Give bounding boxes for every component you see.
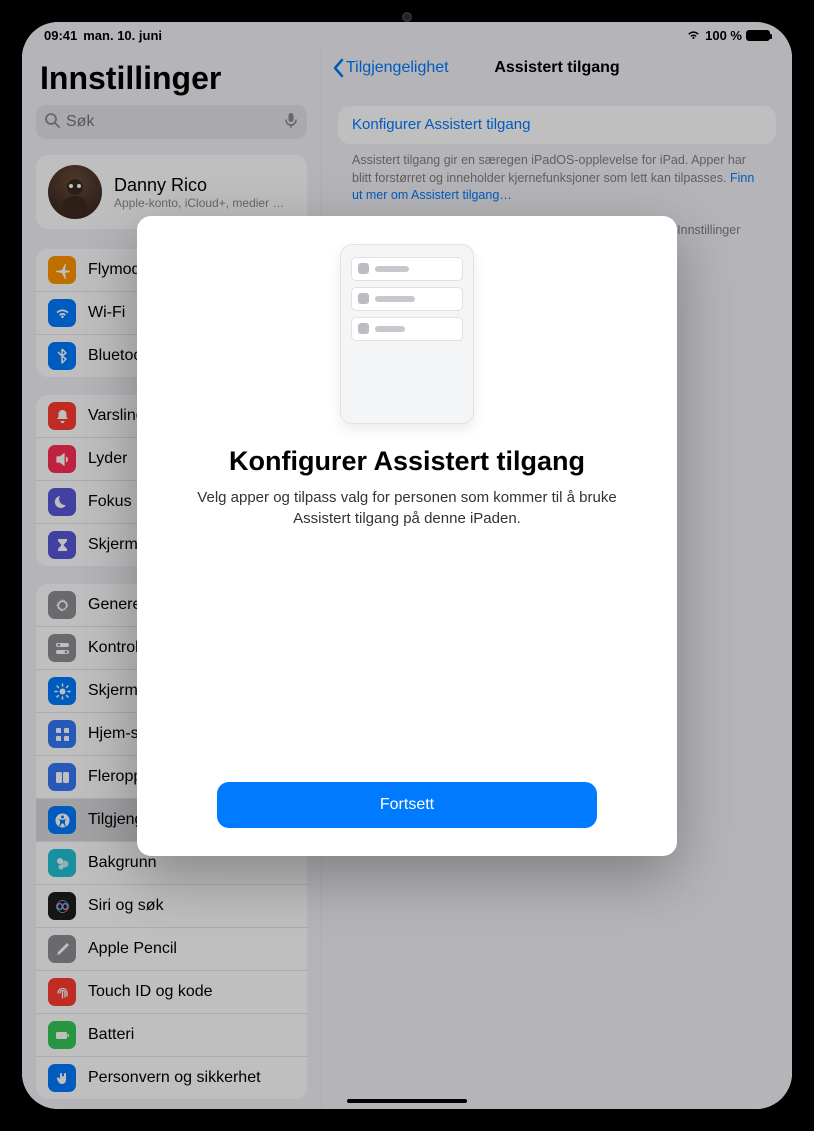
- back-label: Tilgjengelighet: [346, 59, 449, 77]
- setup-modal: Konfigurer Assistert tilgang Velg apper …: [137, 216, 677, 856]
- nav-bar: Tilgjengelighet Assistert tilgang: [322, 46, 792, 90]
- moon-icon: [48, 488, 76, 516]
- sidebar-item-batteri[interactable]: Batteri: [36, 1014, 307, 1057]
- chevron-left-icon: [332, 58, 344, 78]
- sidebar-item-touch-id-og-kode[interactable]: Touch ID og kode: [36, 971, 307, 1014]
- sidebar-item-personvern-og-sikkerhet[interactable]: Personvern og sikkerhet: [36, 1057, 307, 1099]
- home-indicator[interactable]: [347, 1099, 467, 1103]
- sidebar-item-label: Wi-Fi: [88, 304, 125, 322]
- battery-icon: [48, 1021, 76, 1049]
- grid-icon: [48, 720, 76, 748]
- avatar: [48, 165, 102, 219]
- modal-subtitle: Velg apper og tilpass valg for personen …: [197, 487, 617, 529]
- detail-title: Assistert tilgang: [494, 59, 619, 77]
- speaker-icon: [48, 445, 76, 473]
- search-input[interactable]: [66, 113, 277, 131]
- airplane-icon: [48, 256, 76, 284]
- sidebar-item-apple-pencil[interactable]: Apple Pencil: [36, 928, 307, 971]
- search-icon: [44, 112, 60, 133]
- sidebar-item-label: Batteri: [88, 1026, 134, 1044]
- sidebar-item-label: Fokus: [88, 493, 132, 511]
- status-time: 09:41: [44, 28, 77, 43]
- sidebar-item-label: Apple Pencil: [88, 940, 177, 958]
- configure-card[interactable]: Konfigurer Assistert tilgang: [338, 106, 776, 144]
- illustration: [340, 244, 474, 424]
- sidebar-item-label: Personvern og sikkerhet: [88, 1069, 261, 1087]
- profile-sub: Apple-konto, iCloud+, medier …: [114, 196, 284, 210]
- wallpaper-icon: [48, 849, 76, 877]
- device-camera: [402, 12, 412, 22]
- bell-icon: [48, 402, 76, 430]
- status-bar: 09:41 man. 10. juni 100 %: [22, 22, 792, 46]
- battery-icon: [746, 30, 770, 41]
- pencil-icon: [48, 935, 76, 963]
- gear-icon: [48, 591, 76, 619]
- back-button[interactable]: Tilgjengelighet: [332, 58, 449, 78]
- sidebar-item-label: Bakgrunn: [88, 854, 157, 872]
- configure-link[interactable]: Konfigurer Assistert tilgang: [352, 116, 530, 133]
- brightness-icon: [48, 677, 76, 705]
- profile-name: Danny Rico: [114, 175, 284, 196]
- modal-title: Konfigurer Assistert tilgang: [229, 446, 585, 477]
- search-field[interactable]: [36, 105, 307, 139]
- siri-icon: [48, 892, 76, 920]
- sidebar-item-siri-og-s-k[interactable]: Siri og søk: [36, 885, 307, 928]
- battery-pct: 100 %: [705, 28, 742, 43]
- status-date: man. 10. juni: [83, 28, 162, 43]
- touchid-icon: [48, 978, 76, 1006]
- toggles-icon: [48, 634, 76, 662]
- hourglass-icon: [48, 531, 76, 559]
- sidebar-item-label: Lyder: [88, 450, 127, 468]
- wifi-icon: [48, 299, 76, 327]
- continue-button[interactable]: Fortsett: [217, 782, 597, 828]
- bluetooth-icon: [48, 342, 76, 370]
- multitask-icon: [48, 763, 76, 791]
- accessibility-icon: [48, 806, 76, 834]
- sidebar-item-label: Touch ID og kode: [88, 983, 213, 1001]
- mic-icon[interactable]: [283, 112, 299, 133]
- sidebar-title: Innstillinger: [40, 60, 303, 97]
- wifi-icon: [686, 28, 701, 43]
- hand-icon: [48, 1064, 76, 1092]
- sidebar-item-label: Siri og søk: [88, 897, 164, 915]
